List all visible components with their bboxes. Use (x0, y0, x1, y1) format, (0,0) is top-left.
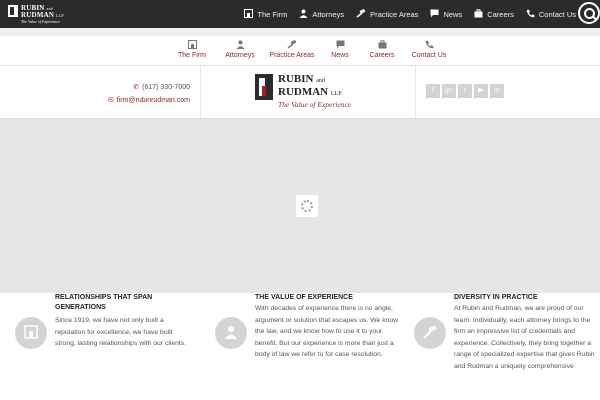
feature-body: With decades of experience there is no a… (255, 305, 399, 358)
header-logo-line1-small: and (316, 78, 325, 84)
sub-nav-careers[interactable]: Careers (360, 40, 404, 59)
briefcase-icon (474, 8, 483, 20)
top-nav-attorneys[interactable]: Attorneys (299, 9, 344, 20)
envelope-icon: ✉ (107, 97, 114, 104)
top-nav-label: Attorneys (312, 9, 345, 19)
header-divider (415, 66, 416, 118)
header-divider (200, 66, 201, 118)
loading-spinner-icon (296, 195, 318, 217)
sub-nav-label: Attorneys (225, 52, 255, 59)
sub-nav-label: News (331, 52, 349, 59)
feature-title: The Value of Experience (255, 294, 353, 301)
header-logo-line2-small: LLP (330, 91, 342, 97)
contact-info: ✆ (617) 330-7000 ✉ firm@rubinrudman.com (108, 81, 190, 107)
person-icon (224, 325, 238, 339)
phone-line[interactable]: ✆ (617) 330-7000 (108, 81, 190, 94)
sub-nav-label: The Firm (178, 52, 206, 59)
feature-body: At Rubin and Rudman, we are proud of our… (454, 305, 595, 370)
feature-circle (15, 317, 47, 349)
google-plus-icon[interactable]: g+ (442, 84, 456, 98)
top-bar: RUBIN and RUDMAN LLP The Value of Experi… (0, 0, 600, 28)
top-nav-contact-us[interactable]: Contact Us (526, 9, 576, 20)
top-nav-label: Practice Areas (370, 9, 419, 19)
top-nav-label: Contact Us (538, 9, 576, 19)
search-icon[interactable] (578, 2, 600, 24)
logo-tagline: The Value of Experience (21, 19, 60, 24)
phone-number: (617) 330-7000 (142, 84, 190, 91)
top-nav-news[interactable]: News (430, 9, 462, 20)
logo-mark-icon (255, 74, 273, 100)
header-logo-line2: RUDMAN (278, 86, 329, 98)
features: Relationships That Span Generations Sinc… (0, 293, 600, 400)
sub-nav-label: Practice Areas (269, 52, 315, 59)
top-nav-practice-areas[interactable]: Practice Areas (356, 8, 419, 20)
top-nav-label: Careers (487, 9, 514, 19)
person-icon (299, 9, 308, 20)
building-icon (244, 8, 254, 20)
sub-bar: The Firm Attorneys Practice Areas News C… (0, 28, 600, 66)
sub-nav-news[interactable]: News (320, 40, 360, 59)
logo-line2-small: LLP (56, 13, 64, 18)
sub-nav-label: Careers (369, 52, 395, 59)
header-logo-line1: RUBIN (278, 73, 314, 85)
sub-nav-label: Contact Us (411, 52, 447, 59)
facebook-icon[interactable]: f (426, 84, 440, 98)
briefcase-icon (360, 40, 404, 50)
phone-icon (404, 40, 454, 50)
header-logo-tagline: The Value of Experience (278, 100, 352, 109)
phone-icon (526, 9, 535, 20)
top-nav-the-firm[interactable]: The Firm (244, 8, 288, 20)
top-nav: The Firm Attorneys Practice Areas News C… (232, 0, 576, 28)
linkedin-icon[interactable]: in (490, 84, 504, 98)
feature-title: Relationships That Span Generations (55, 294, 153, 311)
sub-nav-attorneys[interactable]: Attorneys (216, 40, 264, 59)
twitter-icon[interactable]: t (458, 84, 472, 98)
top-logo[interactable]: RUBIN and RUDMAN LLP The Value of Experi… (8, 5, 64, 25)
sub-nav: The Firm Attorneys Practice Areas News C… (168, 39, 454, 59)
gavel-icon (356, 8, 366, 20)
chat-icon (430, 9, 439, 20)
logo-mark-icon (8, 5, 18, 17)
gavel-icon (423, 325, 437, 339)
sub-nav-contact-us[interactable]: Contact Us (404, 40, 454, 59)
phone-icon: ✆ (133, 84, 140, 91)
person-icon (216, 40, 264, 50)
feature-title: Diversity in Practice (454, 294, 538, 301)
building-icon (168, 40, 216, 50)
top-nav-label: The Firm (257, 9, 288, 19)
feature-circle (215, 317, 247, 349)
logo-line2: RUDMAN (21, 11, 55, 19)
sub-nav-practice-areas[interactable]: Practice Areas (264, 39, 320, 59)
youtube-icon[interactable]: ▶ (474, 84, 488, 98)
social-links: f g+ t ▶ in (426, 84, 506, 98)
hero-slider[interactable] (0, 118, 600, 293)
gavel-icon (264, 39, 320, 50)
email-line[interactable]: ✉ firm@rubinrudman.com (108, 94, 190, 107)
top-nav-label: News (443, 9, 463, 19)
chat-icon (320, 40, 360, 50)
feature-body: Since 1919, we have not only built a rep… (55, 317, 187, 347)
feature-circle (414, 317, 446, 349)
building-icon (24, 325, 38, 339)
sub-nav-the-firm[interactable]: The Firm (168, 40, 216, 59)
email-address: firm@rubinrudman.com (116, 97, 190, 104)
header-logo[interactable]: RUBIN and RUDMAN LLP The Value of Experi… (255, 74, 351, 110)
top-nav-careers[interactable]: Careers (474, 8, 514, 20)
